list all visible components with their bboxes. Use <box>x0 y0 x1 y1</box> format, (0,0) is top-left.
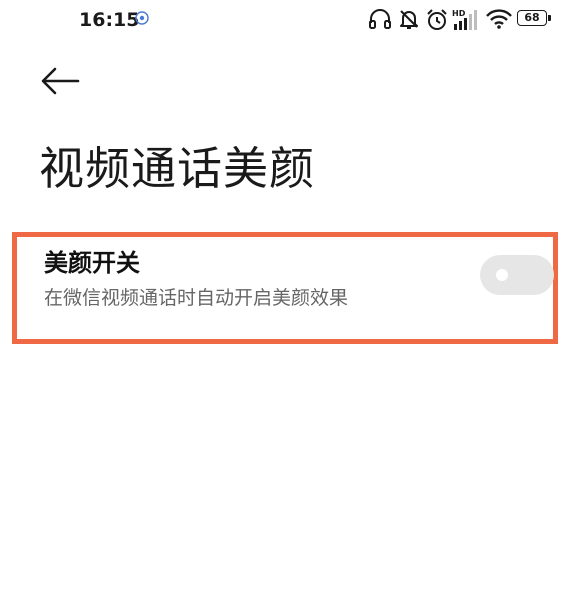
hd-label: HD <box>452 9 466 18</box>
status-bar: 16:15 HD 68 <box>0 0 574 40</box>
back-button[interactable] <box>38 62 82 100</box>
wifi-icon <box>486 9 512 29</box>
screen: 16:15 HD 68 视频通话美颜 美颜开关 在微信视频通话时自动开启美颜效果 <box>0 0 574 595</box>
beauty-toggle-switch[interactable] <box>480 255 554 295</box>
page-title: 视频通话美颜 <box>39 142 316 195</box>
battery-cap <box>548 15 551 21</box>
beauty-toggle-row[interactable]: 美颜开关 在微信视频通话时自动开启美颜效果 <box>12 232 558 344</box>
beauty-toggle-title: 美颜开关 <box>44 249 140 277</box>
bell-muted-icon <box>400 10 418 29</box>
status-time: 16:15 <box>79 9 140 31</box>
beauty-toggle-description: 在微信视频通话时自动开启美颜效果 <box>44 287 349 309</box>
battery-icon: 68 <box>517 10 553 28</box>
back-arrow-icon <box>41 67 80 95</box>
headphones-icon <box>369 9 391 29</box>
battery-level: 68 <box>517 10 547 26</box>
alarm-icon <box>427 9 447 30</box>
hd-signal-icon: HD <box>452 9 477 30</box>
notification-badge-icon <box>135 11 149 25</box>
toggle-knob <box>496 269 508 281</box>
